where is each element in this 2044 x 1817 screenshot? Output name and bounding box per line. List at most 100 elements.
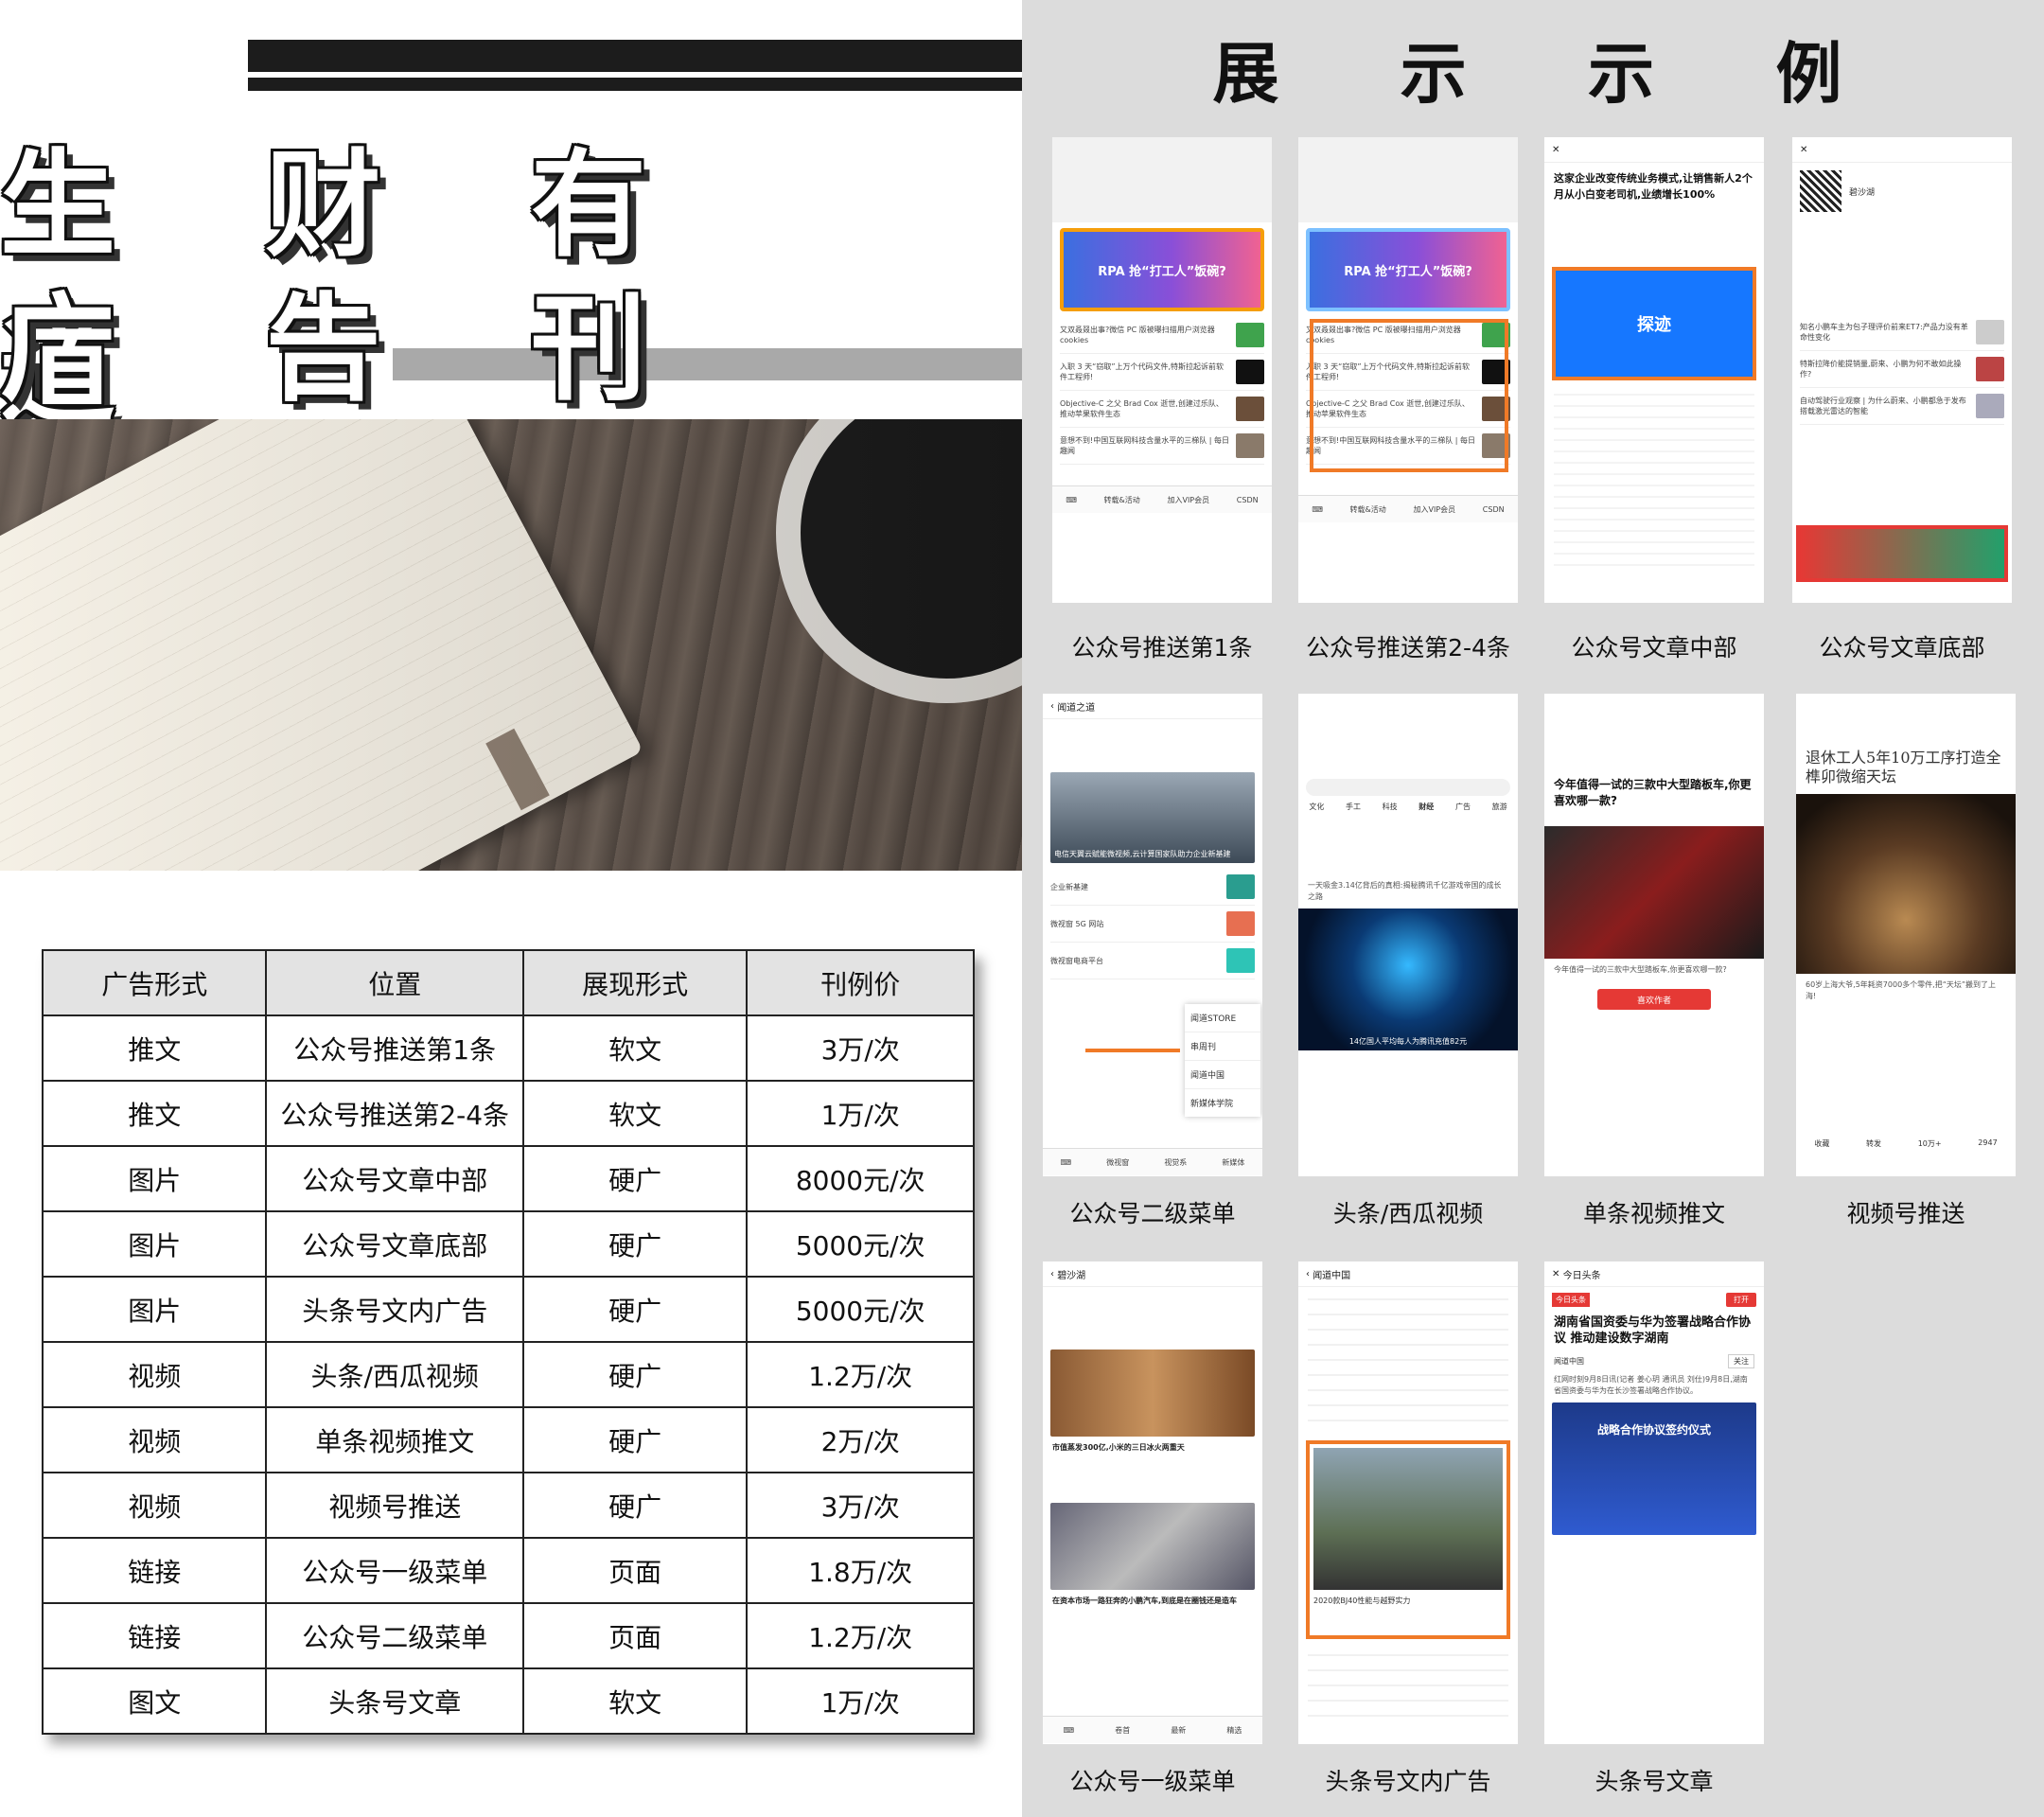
tab[interactable]: 旅游 [1492, 802, 1507, 812]
close-icon[interactable]: ✕ [1552, 145, 1559, 155]
screenshot-toutiao-video: 文化 手工 科技 财经 广告 旅游 一天吸金3.14亿背后的真相:揭秘腾讯千亿游… [1298, 694, 1518, 1176]
back-icon[interactable]: ‹ [1306, 1269, 1310, 1279]
article-body [1308, 1293, 1508, 1435]
ad-banner-tanji[interactable]: 探迹 [1552, 267, 1756, 380]
table-cell: 3万/次 [746, 1014, 975, 1082]
popup-menu-item[interactable]: 闻道STORE [1185, 1004, 1260, 1032]
article-title: Objective-C 之父 Brad Cox 逝世,创建过乐队、推动苹果软件生… [1060, 399, 1224, 418]
scooter-video[interactable] [1544, 826, 1764, 959]
popup-menu-item[interactable]: 串周刊 [1185, 1032, 1260, 1061]
table-cell: 5000元/次 [746, 1276, 975, 1343]
menu-item[interactable]: 最新 [1171, 1725, 1186, 1736]
account-title: 闻道之道 [1057, 702, 1096, 714]
menu-item[interactable]: 加入VIP会员 [1167, 495, 1209, 505]
share-button[interactable]: 转发 [1866, 1138, 1881, 1149]
table-row: 推文 公众号推送第2-4条 软文 1万/次 [41, 1080, 975, 1147]
bottom-ad-banner[interactable] [1796, 525, 2008, 582]
table-cell: 头条号文章 [265, 1667, 524, 1735]
showcase-item: ✕ 今日头条 今日头条 打开 湖南省国资委与华为签署战略合作协议 推动建设数字湖… [1544, 1261, 1764, 1795]
menu-bar: ⌨ 转载&活动 加入VIP会员 CSDN [1052, 485, 1272, 513]
article-headline: 湖南省国资委与华为签署战略合作协议 推动建设数字湖南 [1554, 1315, 1752, 1346]
temple-model-image [1796, 794, 2016, 974]
table-cell: 公众号文章底部 [265, 1210, 524, 1278]
menu-item[interactable]: CSDN [1237, 496, 1259, 504]
account-title: 碧沙湖 [1057, 1270, 1086, 1281]
menu-item[interactable]: 转载&活动 [1104, 495, 1140, 505]
menu-bar: ⌨ 卷首 最新 精选 [1043, 1716, 1262, 1743]
screenshot-first-menu: ‹ 碧沙湖 市值蒸发300亿,小米的三日冰火两重天 在资本市场一路狂奔的小鹏汽车… [1043, 1261, 1262, 1744]
menu-item[interactable]: 转载&活动 [1350, 504, 1386, 515]
close-icon[interactable]: ✕ [1800, 145, 1807, 155]
table-row: 图片 公众号文章底部 硬广 5000元/次 [41, 1210, 975, 1278]
menu-item[interactable]: CSDN [1483, 505, 1505, 514]
showcase-caption: 公众号文章中部 [1571, 634, 1737, 662]
back-icon[interactable]: ‹ [1050, 701, 1054, 712]
menu-bar: ⌨ 转载&活动 加入VIP会员 CSDN [1298, 495, 1518, 522]
showcase-item: 今年值得一试的三款中大型踏板车,你更喜欢哪一款? 今年值得一试的三款中大型踏板车… [1544, 694, 1764, 1227]
tab[interactable]: 手工 [1346, 802, 1361, 812]
rpa-banner: RPA 抢“打工人”饭碗? [1306, 228, 1510, 311]
table-cell: 公众号推送第1条 [265, 1014, 524, 1082]
qr-code [1800, 170, 1841, 212]
tab[interactable]: 广告 [1455, 802, 1471, 812]
back-icon[interactable]: ‹ [1050, 1269, 1054, 1279]
table-cell: 视频 [41, 1406, 268, 1473]
table-cell: 硬广 [521, 1472, 749, 1539]
menu-item[interactable]: 加入VIP会员 [1413, 504, 1455, 515]
article-title: 意想不到!中国互联网科技含量水平的三梯队 | 每日趣闻 [1060, 436, 1229, 455]
screenshot-channel-push: 退休工人5年10万工序打造全榫卯微缩天坛 60岁上海大爷,5年耗资7000多个零… [1796, 694, 2016, 1176]
table-cell: 图片 [41, 1145, 268, 1212]
menu-item[interactable]: 新媒体 [1222, 1157, 1244, 1168]
follow-button[interactable]: 关注 [1728, 1354, 1754, 1368]
account-title: 闻道中国 [1313, 1270, 1351, 1281]
like-count[interactable]: 10万+ [1918, 1138, 1942, 1149]
menu-item[interactable]: 视觉系 [1164, 1157, 1187, 1168]
table-row: 图片 头条号文内广告 硬广 5000元/次 [41, 1276, 975, 1343]
column-header: 展现形式 [521, 949, 749, 1016]
menu-item[interactable]: 精选 [1226, 1725, 1242, 1736]
table-row: 图文 头条号文章 软文 1万/次 [41, 1667, 975, 1735]
showcase-item: RPA 抢“打工人”饭碗? 又双叒叕出事?微信 PC 版被曝扫描用户浏览器 co… [1052, 137, 1272, 662]
screenshot-single-video: 今年值得一试的三款中大型踏板车,你更喜欢哪一款? 今年值得一试的三款中大型踏板车… [1544, 694, 1764, 1176]
table-cell: 1.2万/次 [746, 1602, 975, 1669]
channel-tabs: 文化 手工 科技 财经 广告 旅游 [1298, 802, 1518, 812]
video-player[interactable]: 14亿国人平均每人为腾讯充值82元 [1298, 908, 1518, 1050]
open-app-button[interactable]: 打开 [1726, 1293, 1756, 1307]
like-author-button[interactable]: 喜欢作者 [1597, 989, 1711, 1010]
arrow-pointer-icon [1085, 1049, 1180, 1052]
showcase-panel: 展 示 示 例 RPA 抢“打工人”饭碗? 又双叒叕出事?微信 PC 版被曝扫描… [1022, 0, 2044, 1817]
highlight-frame [1310, 319, 1508, 472]
search-bar[interactable] [1306, 779, 1510, 796]
article-title: 微视窗电商平台 [1050, 956, 1103, 965]
popup-menu-item[interactable]: 闻道中国 [1185, 1061, 1260, 1089]
keyboard-icon[interactable]: ⌨ [1312, 505, 1323, 514]
table-cell: 视频 [41, 1341, 268, 1408]
favorite-button[interactable]: 收藏 [1814, 1138, 1829, 1149]
keyboard-icon[interactable]: ⌨ [1066, 496, 1077, 504]
article-title: 市值蒸发300亿,小米的三日冰火两重天 [1052, 1443, 1185, 1452]
author-name: 闻道中国 [1554, 1357, 1584, 1366]
keyboard-icon[interactable]: ⌨ [1064, 1726, 1075, 1735]
tab[interactable]: 科技 [1383, 802, 1398, 812]
table-cell: 硬广 [521, 1406, 749, 1473]
menu-item[interactable]: 卷首 [1115, 1725, 1130, 1736]
popup-menu-item[interactable]: 新媒体学院 [1185, 1089, 1260, 1117]
showcase-item: ‹ 碧沙湖 市值蒸发300亿,小米的三日冰火两重天 在资本市场一路狂奔的小鹏汽车… [1043, 1261, 1262, 1795]
keyboard-icon[interactable]: ⌨ [1061, 1158, 1072, 1167]
table-cell: 硬广 [521, 1341, 749, 1408]
showcase-item: ✕ 这家企业改变传统业务模式,让销售新人2个月从小白变老司机,业绩增长100% … [1544, 137, 1764, 662]
table-cell: 页面 [521, 1537, 749, 1604]
table-cell: 视频号推送 [265, 1472, 524, 1539]
table-cell: 硬广 [521, 1276, 749, 1343]
table-cell: 硬广 [521, 1210, 749, 1278]
article-body: 红网时刻9月8日讯(记者 姜心玥 通讯员 刘仕)9月8日,湖南省国资委与华为在长… [1554, 1375, 1748, 1395]
tab[interactable]: 文化 [1309, 802, 1324, 812]
showcase-item: 文化 手工 科技 财经 广告 旅游 一天吸金3.14亿背后的真相:揭秘腾讯千亿游… [1298, 694, 1518, 1227]
close-icon[interactable]: ✕ [1552, 1269, 1559, 1279]
comment-count[interactable]: 2947 [1978, 1138, 1997, 1149]
showcase-caption: 头条号文章 [1595, 1768, 1714, 1795]
tab[interactable]: 财经 [1418, 802, 1434, 812]
showcase-item: RPA 抢“打工人”饭碗? 又双叒叕出事?微信 PC 版被曝扫描用户浏览器 co… [1298, 137, 1518, 662]
menu-item[interactable]: 微视窗 [1106, 1157, 1129, 1168]
article-title: 自动驾驶行业观察 | 为什么蔚来、小鹏都急于发布搭载激光雷达的智能 [1800, 397, 1966, 415]
